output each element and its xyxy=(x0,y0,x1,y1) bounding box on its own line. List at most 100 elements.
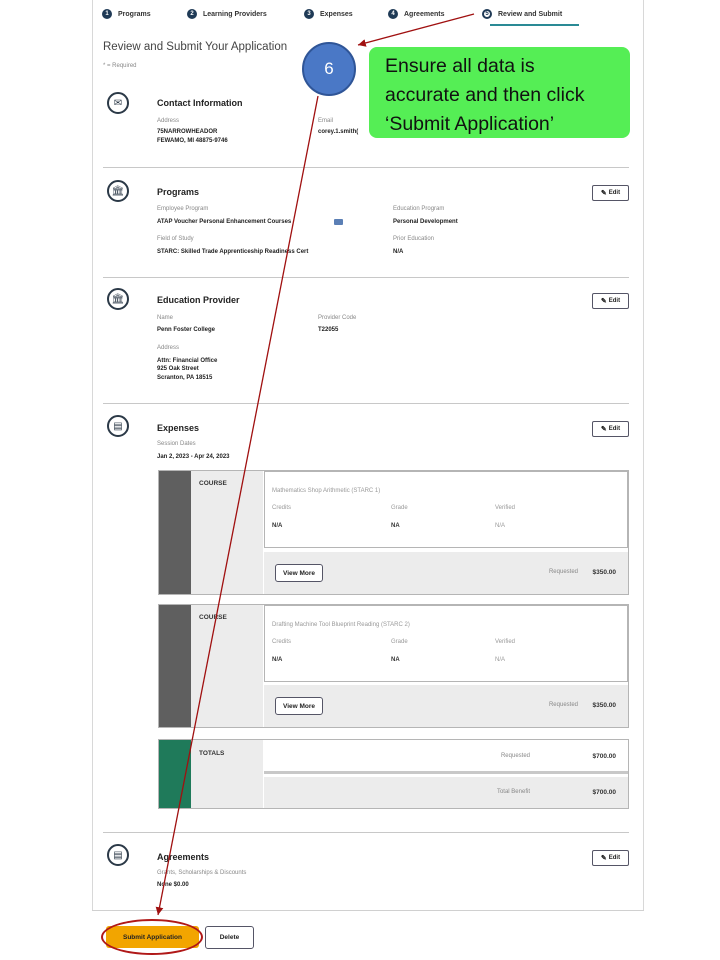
step-label: Review and Submit xyxy=(498,10,563,18)
section-title-contact: Contact Information xyxy=(157,98,243,108)
info-badge-icon[interactable] xyxy=(334,219,343,225)
callout-line-3: ‘Submit Application’ xyxy=(385,113,555,135)
education-program-label: Education Program xyxy=(393,206,445,212)
address-label: Address xyxy=(157,118,180,124)
verified-value: N/A xyxy=(495,657,506,663)
document-icon: ▤ xyxy=(107,844,129,866)
progress-stepper: 1 Programs 2 Learning Providers 3 Expens… xyxy=(92,0,644,30)
pencil-icon: ✎ xyxy=(600,855,607,862)
provider-code-value: T22055 xyxy=(318,327,339,333)
edit-programs-button[interactable]: ✎ Edit xyxy=(592,185,629,201)
totals-label: TOTALS xyxy=(199,750,225,757)
course-color-bar xyxy=(159,605,191,727)
course-kind: COURSE xyxy=(199,480,227,487)
totals-benefit-row: Total Benefit $700.00 xyxy=(264,777,628,808)
institution-icon: 🏛 xyxy=(107,180,129,202)
step-number: 1 xyxy=(102,9,112,19)
field-of-study-value: STARC: Skilled Trade Apprenticeship Read… xyxy=(157,249,309,255)
edit-label: Edit xyxy=(608,855,621,861)
step-label: Programs xyxy=(118,10,151,18)
section-title-provider: Education Provider xyxy=(157,295,240,305)
grants-label: Grants, Scholarships & Discounts xyxy=(157,870,247,876)
required-note: * = Required xyxy=(103,63,137,69)
course-side-panel xyxy=(191,471,263,594)
course-footer: View More Requested $350.00 xyxy=(264,685,628,727)
callout-line-1: Ensure all data is xyxy=(385,55,535,77)
section-divider xyxy=(103,167,629,168)
course-name: Mathematics Shop Arithmetic (STARC 1) xyxy=(272,488,381,494)
view-more-button[interactable]: View More xyxy=(275,564,323,582)
totals-requested-row: Requested $700.00 xyxy=(264,740,628,774)
credits-label: Credits xyxy=(272,505,292,511)
callout-line-2: accurate and then click xyxy=(385,84,585,106)
course-footer: View More Requested $350.00 xyxy=(264,552,628,594)
grade-value: NA xyxy=(391,657,400,663)
totals-card: TOTALS Requested $700.00 Total Benefit $… xyxy=(158,739,629,809)
section-divider xyxy=(103,403,629,404)
credits-value: N/A xyxy=(272,657,283,663)
active-step-underline xyxy=(490,24,579,26)
step-label: Agreements xyxy=(404,10,445,18)
verified-label: Verified xyxy=(495,505,516,511)
step-review-and-submit[interactable]: 5 Review and Submit xyxy=(482,9,562,19)
step-number: 4 xyxy=(388,9,398,19)
provider-name-value: Penn Foster College xyxy=(157,327,216,333)
provider-code-label: Provider Code xyxy=(318,315,357,321)
employee-program-label: Employee Program xyxy=(157,206,209,212)
prior-education-label: Prior Education xyxy=(393,236,435,242)
course-card: COURSE Mathematics Shop Arithmetic (STAR… xyxy=(158,470,629,595)
pencil-icon: ✎ xyxy=(600,426,607,433)
section-title-programs: Programs xyxy=(157,187,200,197)
requested-label: Requested xyxy=(548,702,578,708)
provider-address-line-3: Scranton, PA 18515 xyxy=(157,375,213,381)
session-dates-value: Jan 2, 2023 - Apr 24, 2023 xyxy=(157,454,230,460)
instruction-callout: Ensure all data is accurate and then cli… xyxy=(369,47,630,138)
edit-label: Edit xyxy=(608,298,621,304)
step-number: 3 xyxy=(304,9,314,19)
requested-value: $350.00 xyxy=(592,702,617,709)
provider-address-label: Address xyxy=(157,345,180,351)
envelope-icon: ✉ xyxy=(107,92,129,114)
address-line-1: 75NARROWHEADOR xyxy=(157,129,218,135)
section-divider xyxy=(103,832,629,833)
step-number: 5 xyxy=(482,9,492,19)
edit-label: Edit xyxy=(608,426,621,432)
grade-label: Grade xyxy=(391,639,408,645)
edit-agreements-button[interactable]: ✎ Edit xyxy=(592,850,629,866)
total-benefit-label: Total Benefit xyxy=(496,789,530,795)
course-details: Mathematics Shop Arithmetic (STARC 1) Cr… xyxy=(264,471,628,548)
grade-label: Grade xyxy=(391,505,408,511)
receipt-icon: ▤ xyxy=(107,415,129,437)
pencil-icon: ✎ xyxy=(600,298,607,305)
course-card: COURSE Drafting Machine Tool Blueprint R… xyxy=(158,604,629,728)
email-value: corey.1.smith( xyxy=(318,129,359,135)
delete-button[interactable]: Delete xyxy=(205,926,254,949)
edit-provider-button[interactable]: ✎ Edit xyxy=(592,293,629,309)
totals-color-bar xyxy=(159,740,191,808)
field-of-study-label: Field of Study xyxy=(157,236,194,242)
step-learning-providers[interactable]: 2 Learning Providers xyxy=(187,9,267,19)
page-title: Review and Submit Your Application xyxy=(103,41,288,53)
course-name: Drafting Machine Tool Blueprint Reading … xyxy=(272,622,410,628)
pencil-icon: ✎ xyxy=(600,190,607,197)
requested-label: Requested xyxy=(548,569,578,575)
totals-requested-label: Requested xyxy=(500,753,530,759)
course-side-panel xyxy=(191,605,263,727)
step-expenses[interactable]: 3 Expenses xyxy=(304,9,353,19)
step-programs[interactable]: 1 Programs xyxy=(102,9,151,19)
section-title-agreements: Agreements xyxy=(157,852,210,862)
credits-label: Credits xyxy=(272,639,292,645)
credits-value: N/A xyxy=(272,523,283,529)
step-marker-badge: 6 xyxy=(302,42,356,96)
prior-education-value: N/A xyxy=(393,249,404,255)
step-agreements[interactable]: 4 Agreements xyxy=(388,9,444,19)
edit-expenses-button[interactable]: ✎ Edit xyxy=(592,421,629,437)
grade-value: NA xyxy=(391,523,400,529)
session-dates-label: Session Dates xyxy=(157,441,196,447)
education-program-value: Personal Development xyxy=(393,219,458,225)
highlight-ring xyxy=(101,919,203,955)
view-more-button[interactable]: View More xyxy=(275,697,323,715)
verified-label: Verified xyxy=(495,639,516,645)
course-color-bar xyxy=(159,471,191,594)
employee-program-value: ATAP Voucher Personal Enhancement Course… xyxy=(157,219,292,225)
